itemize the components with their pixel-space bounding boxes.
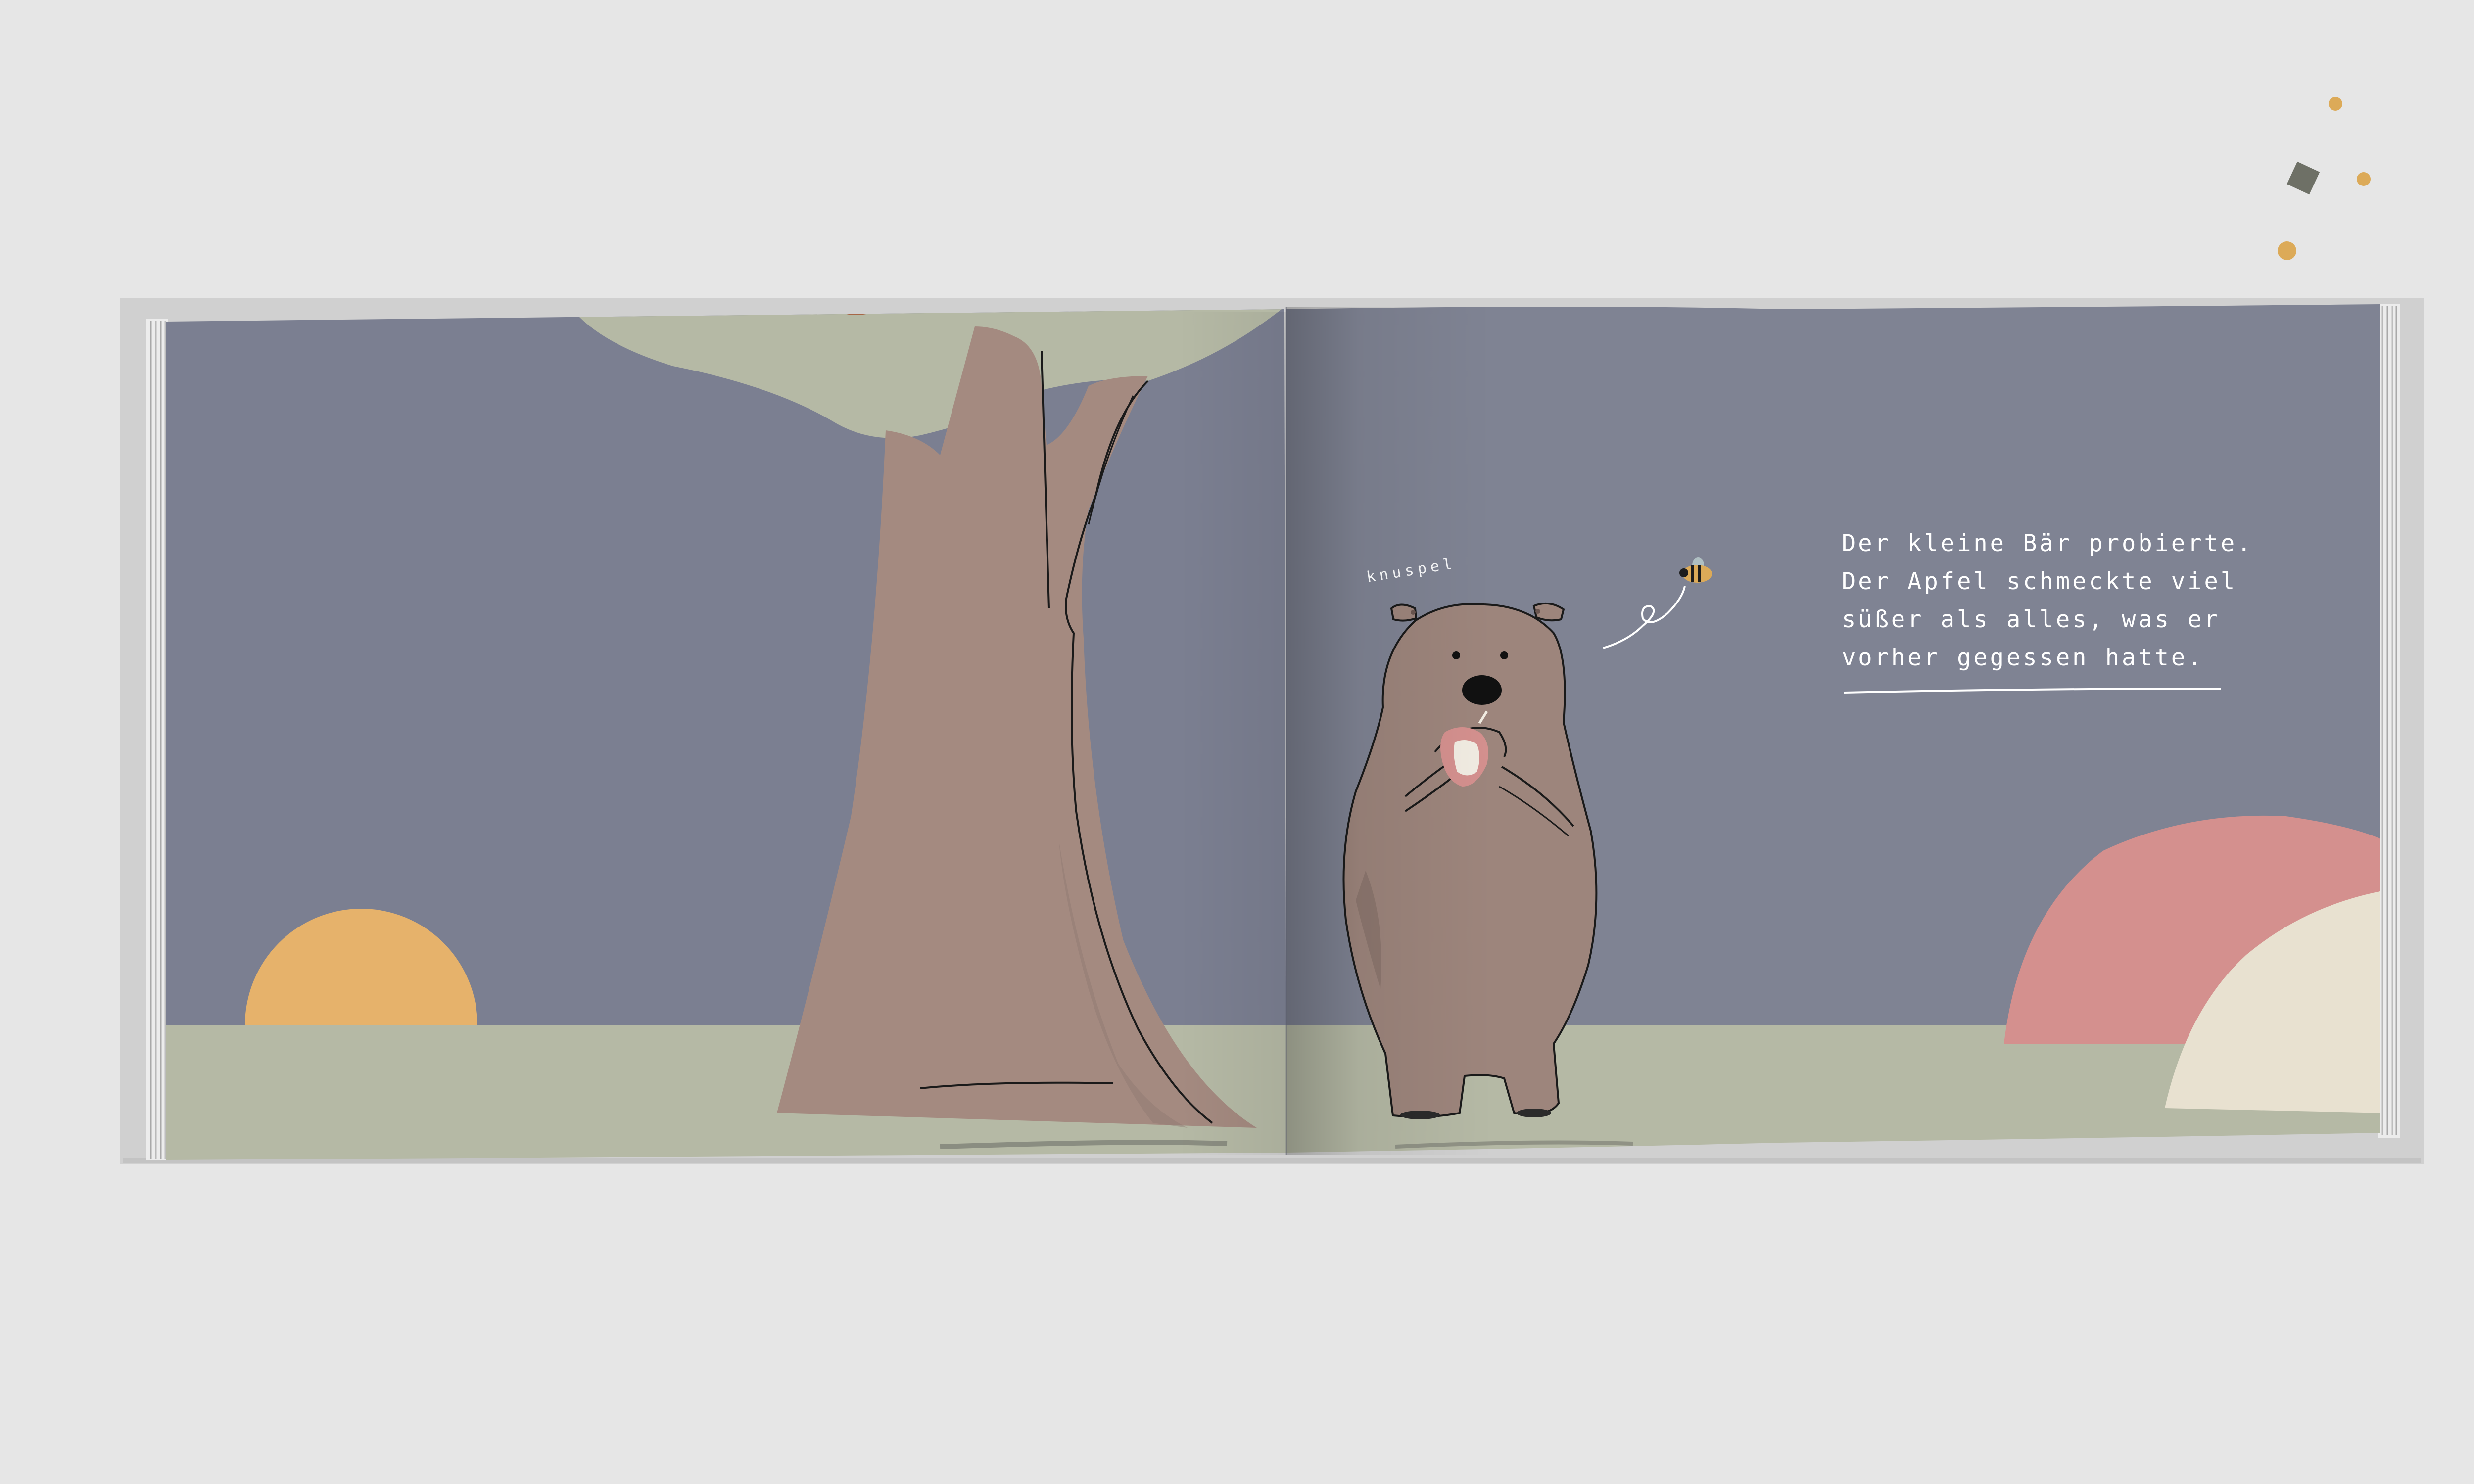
left-page-edges — [146, 319, 168, 1160]
story-text: Der kleine Bär probierte. Der Apfel schm… — [1842, 524, 2267, 677]
confetti-dot — [2357, 172, 2371, 186]
gutter-shadow-right — [1286, 307, 1494, 1155]
story-line: Der Apfel schmeckte viel — [1842, 568, 2237, 595]
illustration-canvas — [120, 97, 2424, 1164]
confetti-square — [2286, 161, 2320, 195]
confetti-dot — [2329, 97, 2342, 111]
right-page-edges — [2378, 304, 2400, 1138]
gutter-shadow-left — [1178, 312, 1286, 1155]
confetti-decoration — [2278, 97, 2371, 260]
bear-eye-right — [1500, 651, 1508, 659]
story-line: vorher gegessen hatte. — [1842, 644, 2204, 671]
story-line: süßer als alles, was er — [1842, 606, 2221, 633]
story-line: Der kleine Bär probierte. — [1842, 530, 2254, 557]
book-mockup-scene: knuspel Der kleine Bär probierte. Der Ap… — [0, 0, 2474, 1484]
confetti-dot — [2278, 241, 2296, 260]
left-page — [166, 309, 1286, 1160]
